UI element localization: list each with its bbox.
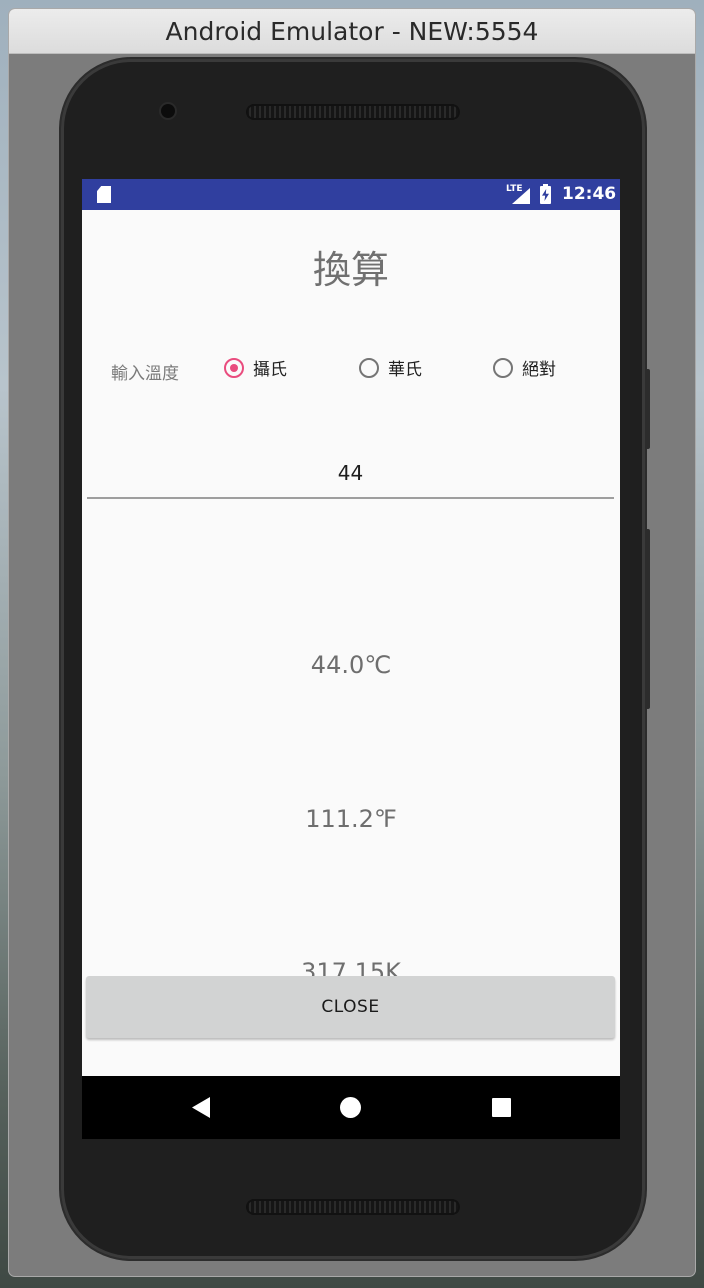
radio-celsius[interactable]: 攝氏 xyxy=(224,355,287,380)
radio-label: 華氏 xyxy=(388,360,422,380)
network-type: LTE xyxy=(506,184,523,194)
bottom-speaker xyxy=(246,1199,460,1215)
home-icon[interactable] xyxy=(340,1097,361,1118)
sd-card-icon xyxy=(97,186,111,203)
recents-icon[interactable] xyxy=(492,1098,511,1117)
fahrenheit-result: 111.2℉ xyxy=(305,805,397,833)
top-speaker xyxy=(246,104,460,120)
power-button[interactable] xyxy=(645,369,650,449)
navigation-bar xyxy=(82,1076,620,1139)
celsius-result: 44.0℃ xyxy=(310,651,392,679)
radio-label: 攝氏 xyxy=(253,360,287,380)
input-temperature-label: 輸入溫度 xyxy=(111,364,179,384)
temperature-input[interactable] xyxy=(87,449,614,499)
radio-checked-icon xyxy=(224,357,244,378)
camera-icon xyxy=(161,104,175,118)
battery-charging-icon xyxy=(540,184,551,204)
phone-frame: LTE 12:46 換算 輸入溫度 攝氏 華氏 絕對 44.0℃ 111.2 xyxy=(61,59,650,1259)
volume-button[interactable] xyxy=(645,529,650,709)
close-button[interactable]: CLOSE xyxy=(86,976,615,1038)
close-button-label: CLOSE xyxy=(321,997,380,1017)
radio-fahrenheit[interactable]: 華氏 xyxy=(359,355,422,380)
page-title: 換算 xyxy=(312,248,389,292)
radio-unchecked-icon xyxy=(493,357,513,378)
status-bar: LTE 12:46 xyxy=(82,179,620,210)
radio-unchecked-icon xyxy=(359,357,379,378)
emulator-window: Android Emulator - NEW:5554 LTE 12:46 換算… xyxy=(9,9,695,1276)
radio-label: 絕對 xyxy=(522,360,556,380)
back-icon[interactable] xyxy=(192,1097,210,1118)
radio-kelvin[interactable]: 絕對 xyxy=(493,355,556,380)
phone-screen: LTE 12:46 換算 輸入溫度 攝氏 華氏 絕對 44.0℃ 111.2 xyxy=(82,179,620,1139)
window-title: Android Emulator - NEW:5554 xyxy=(165,16,539,46)
window-titlebar[interactable]: Android Emulator - NEW:5554 xyxy=(9,9,695,54)
status-time: 12:46 xyxy=(562,184,617,204)
